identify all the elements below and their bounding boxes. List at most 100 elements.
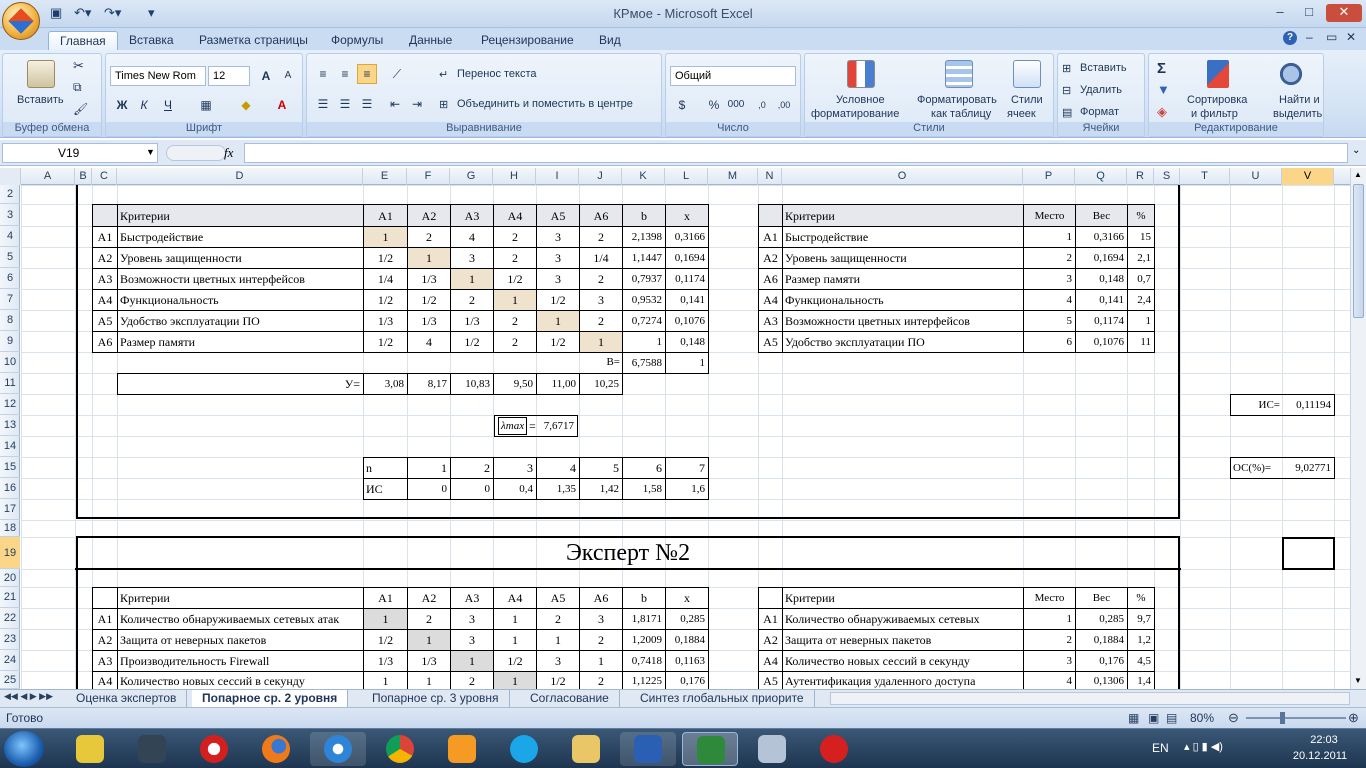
taskbar-calculator[interactable] [744, 732, 800, 766]
row-header-20[interactable]: 20 [0, 569, 20, 587]
shrink-font-icon[interactable]: A [278, 66, 298, 86]
is-table-n[interactable]: 5 [579, 457, 623, 479]
matrix1-header-4[interactable]: A4 [493, 204, 537, 227]
taskbar-word[interactable] [620, 732, 676, 766]
ranking2-percent[interactable]: 4,5 [1127, 650, 1155, 672]
format-cells-button[interactable]: Формат [1080, 106, 1119, 118]
ranking1-row-name[interactable]: Быстродействие [782, 226, 1024, 248]
copy-icon[interactable]: ⧉ [73, 80, 82, 95]
ranking2-row-name[interactable]: Аутентификация удаленного доступа [782, 671, 1024, 689]
matrix2-value[interactable]: 1 [363, 608, 408, 630]
matrix1-header-3[interactable]: A3 [450, 204, 494, 227]
matrix2-header-6[interactable]: A6 [579, 587, 623, 609]
x-sum-value[interactable]: 1 [665, 352, 709, 374]
matrix1-row-id[interactable]: A4 [92, 289, 118, 311]
matrix2-row-id[interactable]: A3 [92, 650, 118, 672]
ranking2-percent[interactable]: 1,4 [1127, 671, 1155, 689]
zoom-level[interactable]: 80% [1190, 711, 1214, 725]
format-table-label2[interactable]: как таблицу [931, 108, 991, 120]
matrix1-value[interactable]: 2 [579, 310, 623, 332]
row-header-15[interactable]: 15 [0, 457, 20, 478]
matrix1-row-id[interactable]: A5 [92, 310, 118, 332]
matrix2-header-1[interactable]: A1 [363, 587, 408, 609]
ranking1-place[interactable]: 2 [1023, 247, 1076, 269]
ranking1-percent[interactable]: 15 [1127, 226, 1155, 248]
tab-data[interactable]: Данные [398, 31, 463, 50]
matrix2-value[interactable]: 1 [407, 629, 451, 651]
column-header-u[interactable]: U [1230, 168, 1282, 185]
ranking1-weight[interactable]: 0,1694 [1075, 247, 1128, 269]
column-header-v[interactable]: V [1282, 168, 1334, 185]
matrix2-row-name[interactable]: Защита от неверных пакетов [117, 629, 364, 651]
zoom-slider-thumb[interactable] [1280, 712, 1285, 724]
ranking2-row-id[interactable]: A4 [758, 650, 783, 672]
matrix1-row-id[interactable]: A2 [92, 247, 118, 269]
expert2-title[interactable]: Эксперт №2 [75, 537, 1181, 570]
matrix1-value[interactable]: 1 [407, 247, 451, 269]
ranking2-header-criteria[interactable]: Критерии [782, 587, 1024, 609]
taskbar-excel[interactable] [682, 732, 738, 766]
borders-icon[interactable]: ▦ [196, 95, 216, 115]
matrix2-value[interactable]: 1 [407, 671, 451, 689]
ranking1-weight[interactable]: 0,1174 [1075, 310, 1128, 332]
column-header-p[interactable]: P [1023, 168, 1075, 185]
matrix2-b[interactable]: 0,7418 [622, 650, 666, 672]
taskbar-opera[interactable] [186, 732, 242, 766]
find-select-label2[interactable]: выделить [1273, 108, 1322, 120]
ranking2-weight[interactable]: 0,176 [1075, 650, 1128, 672]
ranking2-percent[interactable]: 1,2 [1127, 629, 1155, 651]
fill-icon[interactable]: ▼ [1157, 82, 1170, 97]
ranking1-percent[interactable]: 0,7 [1127, 268, 1155, 290]
underline-button[interactable]: Ч [158, 95, 178, 115]
column-header-t[interactable]: T [1180, 168, 1230, 185]
matrix1-x[interactable]: 0,148 [665, 331, 709, 353]
ranking1-percent[interactable]: 1 [1127, 310, 1155, 332]
ranking2-place[interactable]: 3 [1023, 650, 1076, 672]
font-color-icon[interactable]: A [272, 95, 292, 115]
matrix2-header-5[interactable]: A5 [536, 587, 580, 609]
ranking2-row-name[interactable]: Количество обнаруживаемых сетевых [782, 608, 1024, 630]
matrix1-header-5[interactable]: A5 [536, 204, 580, 227]
formula-input[interactable] [244, 143, 1348, 163]
ranking1-weight[interactable]: 0,148 [1075, 268, 1128, 290]
matrix1-value[interactable]: 1/3 [407, 268, 451, 290]
matrix2-value[interactable]: 1 [579, 650, 623, 672]
matrix2-value[interactable]: 1/3 [407, 650, 451, 672]
taskbar-app-1[interactable] [62, 732, 118, 766]
autosum-icon[interactable]: Σ [1157, 60, 1166, 77]
increase-indent-icon[interactable]: ⇥ [407, 94, 427, 114]
matrix1-value[interactable]: 1 [536, 310, 580, 332]
percent-button[interactable]: % [704, 95, 724, 115]
delete-cells-button[interactable]: Удалить [1080, 84, 1122, 96]
ranking2-percent[interactable]: 9,7 [1127, 608, 1155, 630]
is-table-is[interactable]: 0 [450, 478, 494, 500]
tab-home[interactable]: Главная [48, 31, 118, 50]
paste-button[interactable]: Вставить [17, 94, 64, 106]
column-header-r[interactable]: R [1127, 168, 1154, 185]
matrix2-header-2[interactable]: A2 [407, 587, 451, 609]
matrix2-header-3[interactable]: A3 [450, 587, 494, 609]
row-header-22[interactable]: 22 [0, 608, 20, 629]
is-table-n[interactable]: 7 [665, 457, 709, 479]
matrix2-value[interactable]: 3 [579, 608, 623, 630]
matrix2-header-7[interactable]: b [622, 587, 666, 609]
matrix1-value[interactable]: 1/2 [493, 268, 537, 290]
ranking2-place[interactable]: 2 [1023, 629, 1076, 651]
matrix1-header-criteria[interactable]: Критерии [117, 204, 364, 227]
maximize-icon[interactable]: □ [1297, 4, 1321, 22]
sheet-tab-experts[interactable]: Оценка экспертов [66, 690, 188, 707]
is-table-n[interactable]: 6 [622, 457, 666, 479]
decrease-indent-icon[interactable]: ⇤ [385, 94, 405, 114]
matrix1-value[interactable]: 1/2 [363, 331, 408, 353]
increase-decimal-icon[interactable]: ,0 [752, 95, 772, 115]
active-cell-v19[interactable] [1282, 537, 1335, 570]
matrix1-x[interactable]: 0,1174 [665, 268, 709, 290]
matrix1-value[interactable]: 2 [493, 331, 537, 353]
matrix2-header-criteria[interactable]: Критерии [117, 587, 364, 609]
is-table-is[interactable]: 1,58 [622, 478, 666, 500]
matrix1-row-name[interactable]: Функциональность [117, 289, 364, 311]
expand-formula-bar-icon[interactable]: ⌄ [1352, 145, 1360, 156]
fill-color-icon[interactable]: ◆ [236, 95, 256, 115]
column-header-c[interactable]: C [92, 168, 117, 185]
ranking1-header-percent[interactable]: % [1127, 204, 1155, 227]
